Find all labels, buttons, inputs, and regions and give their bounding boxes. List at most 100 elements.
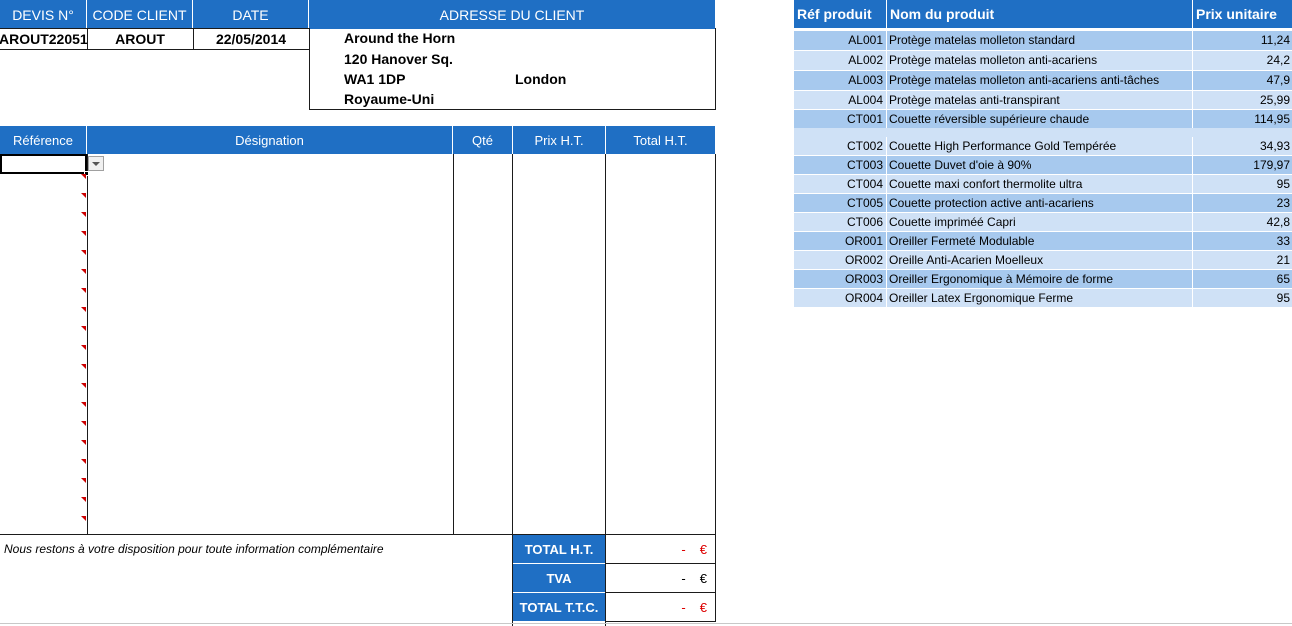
product-row[interactable]: OR004 Oreiller Latex Ergonomique Ferme 95 <box>794 289 1292 307</box>
client-street[interactable]: 120 Hanover Sq. <box>344 51 453 67</box>
product-name: Couette protection active anti-acariens <box>887 194 1193 212</box>
product-row[interactable]: CT005 Couette protection active anti-acar… <box>794 194 1292 212</box>
date-cell[interactable]: 22/05/2014 <box>193 28 310 50</box>
header-code-client-label: CODE CLIENT <box>87 0 193 29</box>
product-row[interactable]: OR003 Oreiller Ergonomique à Mémoire de f… <box>794 270 1292 288</box>
header-address-label: ADRESSE DU CLIENT <box>309 0 715 29</box>
product-ref: OR004 <box>794 289 887 307</box>
product-name: Protège matelas molleton standard <box>887 31 1193 50</box>
product-price: 42,8 <box>1266 215 1290 229</box>
product-row[interactable]: AL002 Protège matelas molleton anti-acari… <box>794 51 1292 70</box>
product-name: Couette impriméé Capri <box>887 213 1193 231</box>
product-name: Oreiller Fermeté Modulable <box>887 232 1193 250</box>
product-price: 24,2 <box>1266 53 1290 67</box>
devis-number-cell[interactable]: AROUT22051 <box>0 28 88 50</box>
chevron-down-icon[interactable] <box>88 156 104 171</box>
product-name: Oreille Anti-Acarien Moelleux <box>887 251 1193 269</box>
validation-marker <box>81 326 86 331</box>
product-name: Protège matelas anti-transpirant <box>887 91 1193 109</box>
validation-marker <box>81 402 86 407</box>
validation-marker <box>81 516 86 521</box>
product-name: Couette Duvet d'oie à 90% <box>887 156 1193 174</box>
product-row[interactable]: CT001 Couette réversible supérieure chaud… <box>794 110 1292 128</box>
product-row[interactable]: AL003 Protège matelas molleton anti-acari… <box>794 71 1292 90</box>
active-reference-cell[interactable] <box>0 154 87 174</box>
product-ref: CT001 <box>794 110 887 128</box>
product-ref: AL004 <box>794 91 887 109</box>
validation-marker <box>81 345 86 350</box>
validation-marker <box>81 307 86 312</box>
client-country[interactable]: Royaume-Uni <box>344 91 434 107</box>
validation-marker <box>81 250 86 255</box>
product-name: Couette High Performance Gold Tempérée <box>887 137 1193 155</box>
product-name: Oreiller Ergonomique à Mémoire de forme <box>887 270 1193 288</box>
validation-marker <box>81 193 86 198</box>
lines-table-body[interactable] <box>0 154 716 535</box>
validation-marker <box>81 269 86 274</box>
tva-label: TVA <box>513 564 605 593</box>
validation-marker <box>81 383 86 388</box>
product-row[interactable]: AL001 Protège matelas molleton standard 11… <box>794 31 1292 50</box>
validation-marker <box>81 440 86 445</box>
col-total-header: Total H.T. <box>606 126 715 154</box>
product-ref: AL003 <box>794 71 887 90</box>
product-price: 33 <box>1276 234 1290 248</box>
validation-marker <box>81 459 86 464</box>
product-name: Couette réversible supérieure chaude <box>887 110 1193 128</box>
validation-marker <box>81 231 86 236</box>
product-ref: OR002 <box>794 251 887 269</box>
product-price: 95 <box>1276 177 1290 191</box>
client-code-cell[interactable]: AROUT <box>87 28 194 50</box>
product-name: Couette maxi confort thermolite ultra <box>887 175 1193 193</box>
col-price-header: Prix H.T. <box>513 126 606 154</box>
product-price: 23 <box>1276 196 1290 210</box>
total-ht-value[interactable]: - € <box>606 535 716 564</box>
product-price: 179,97 <box>1253 158 1290 172</box>
product-ref: CT006 <box>794 213 887 231</box>
product-name: Protège matelas molleton anti-acariens <box>887 51 1193 70</box>
product-row[interactable]: AL004 Protège matelas anti-transpirant 25,… <box>794 91 1292 109</box>
client-name[interactable]: Around the Horn <box>344 30 455 46</box>
product-name: Oreiller Latex Ergonomique Ferme <box>887 289 1193 307</box>
total-ttc-value[interactable]: - € <box>606 593 716 622</box>
product-ref: OR001 <box>794 232 887 250</box>
validation-marker <box>81 364 86 369</box>
product-price: 21 <box>1276 253 1290 267</box>
product-price: 114,95 <box>1254 112 1290 126</box>
product-ref: OR003 <box>794 270 887 288</box>
total-ttc-label: TOTAL T.T.C. <box>513 593 605 622</box>
validation-marker <box>81 478 86 483</box>
product-ref: CT004 <box>794 175 887 193</box>
product-row-spacer <box>794 128 1292 137</box>
tva-value[interactable]: - € <box>606 564 716 593</box>
header-devis-label: DEVIS N° <box>0 0 87 29</box>
product-ref: AL002 <box>794 51 887 70</box>
product-ref: CT003 <box>794 156 887 174</box>
validation-marker <box>81 497 86 502</box>
product-row[interactable]: CT004 Couette maxi confort thermolite ult… <box>794 175 1292 193</box>
header-date-label: DATE <box>193 0 309 29</box>
product-row[interactable]: CT003 Couette Duvet d'oie à 90% 179,97 <box>794 156 1292 174</box>
validation-marker <box>81 174 86 179</box>
client-address-box: Around the Horn 120 Hanover Sq. WA1 1DP … <box>309 28 716 110</box>
client-postcode[interactable]: WA1 1DP <box>344 71 405 87</box>
product-ref: CT002 <box>794 137 887 155</box>
product-row[interactable]: OR002 Oreille Anti-Acarien Moelleux 21 <box>794 251 1292 269</box>
product-ref: CT005 <box>794 194 887 212</box>
product-ref: AL001 <box>794 31 887 50</box>
product-price: 25,99 <box>1259 93 1290 107</box>
product-row[interactable]: CT002 Couette High Performance Gold Tempé… <box>794 137 1292 155</box>
product-name: Protège matelas molleton anti-acariens a… <box>887 71 1193 90</box>
validation-marker <box>81 288 86 293</box>
product-row[interactable]: OR001 Oreiller Fermeté Modulable 33 <box>794 232 1292 250</box>
product-price-header: Prix unitaire <box>1193 0 1292 28</box>
product-row[interactable]: CT006 Couette impriméé Capri 42,8 <box>794 213 1292 231</box>
product-price: 95 <box>1276 291 1290 305</box>
product-price: 47,9 <box>1266 73 1290 87</box>
col-designation-header: Désignation <box>87 126 453 154</box>
col-reference-header: Référence <box>0 126 87 154</box>
product-price: 11,24 <box>1260 33 1290 47</box>
validation-marker <box>81 212 86 217</box>
footer-note: Nous restons à votre disposition pour to… <box>4 542 384 556</box>
client-city[interactable]: London <box>515 71 566 87</box>
